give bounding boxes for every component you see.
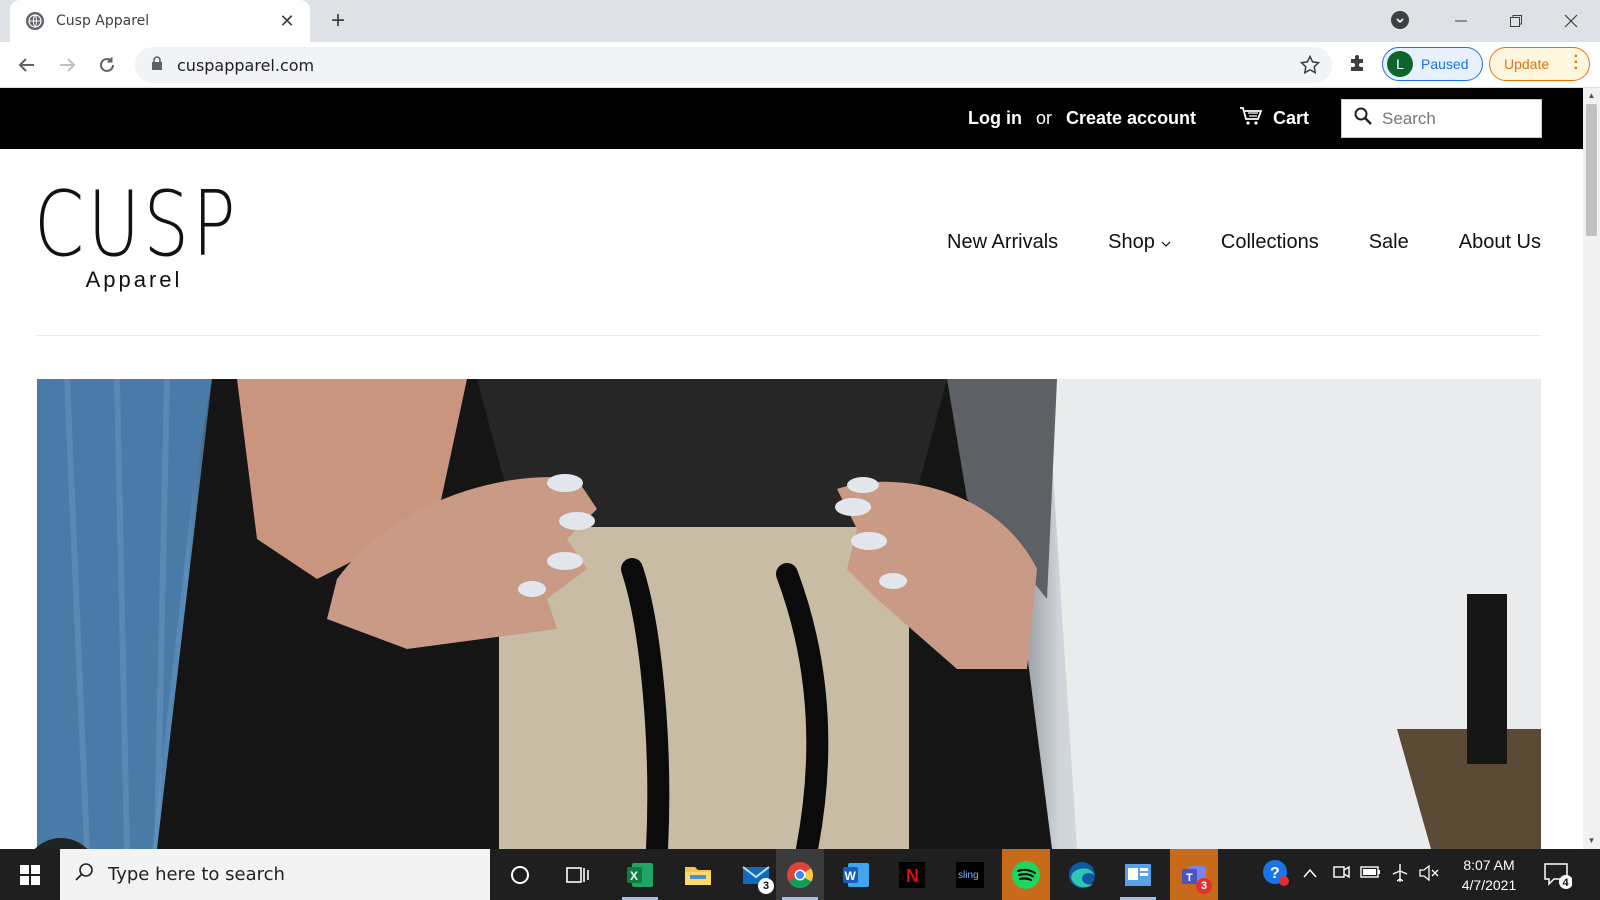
- notifications-count: 4: [1563, 877, 1570, 889]
- sling-icon[interactable]: sling: [946, 849, 994, 900]
- main-navigation: New Arrivals Shop Collections Sale About…: [947, 231, 1541, 254]
- site-search[interactable]: [1341, 99, 1542, 138]
- windows-taskbar: Type here to search X 3 W N sling T 3 ? …: [0, 849, 1600, 900]
- update-label: Update: [1504, 56, 1550, 72]
- nav-shop[interactable]: Shop: [1108, 231, 1171, 254]
- or-separator: or: [1035, 108, 1052, 128]
- volume-muted-icon[interactable]: [1419, 864, 1439, 885]
- extensions-puzzle-icon[interactable]: [1348, 53, 1368, 78]
- nav-shop-label: Shop: [1108, 231, 1155, 253]
- outlook-icon[interactable]: [1114, 849, 1162, 900]
- address-bar[interactable]: cuspapparel.com: [135, 47, 1332, 83]
- scroll-thumb[interactable]: [1586, 104, 1597, 236]
- url-text[interactable]: cuspapparel.com: [177, 56, 314, 75]
- forward-arrow-icon[interactable]: [54, 52, 80, 78]
- tab-title: Cusp Apparel: [56, 13, 150, 29]
- task-view-icon[interactable]: [554, 849, 602, 900]
- browser-tab[interactable]: Cusp Apparel ✕: [10, 0, 310, 42]
- edge-icon[interactable]: [1058, 849, 1106, 900]
- page-scrollbar[interactable]: ▲ ▼: [1583, 88, 1600, 849]
- nav-sale[interactable]: Sale: [1369, 231, 1409, 254]
- cart-icon: [1239, 106, 1263, 131]
- close-window-icon[interactable]: [1556, 6, 1586, 36]
- teams-icon[interactable]: T 3: [1170, 849, 1218, 900]
- update-button[interactable]: Update · · ·: [1489, 47, 1590, 81]
- header-divider: [37, 335, 1541, 336]
- excel-icon[interactable]: X: [616, 849, 664, 900]
- browser-tab-strip: Cusp Apparel ✕ +: [0, 0, 1600, 42]
- svg-text:X: X: [630, 869, 638, 883]
- search-input[interactable]: [1382, 108, 1532, 129]
- svg-text:W: W: [845, 869, 857, 883]
- clock-date: 4/7/2021: [1461, 877, 1517, 893]
- account-links: Log in or Create account: [968, 108, 1196, 129]
- svg-text:T: T: [1186, 872, 1193, 884]
- cart-label: Cart: [1273, 108, 1310, 128]
- minimize-icon[interactable]: [1446, 6, 1476, 36]
- taskbar-search[interactable]: Type here to search: [60, 849, 490, 900]
- scroll-down-arrow-icon[interactable]: ▼: [1583, 833, 1600, 849]
- profile-status: Paused: [1421, 56, 1469, 72]
- file-explorer-icon[interactable]: [674, 849, 722, 900]
- nav-collections[interactable]: Collections: [1221, 231, 1319, 254]
- spotify-icon[interactable]: [1002, 849, 1050, 900]
- word-icon[interactable]: W: [832, 849, 880, 900]
- kebab-menu-icon[interactable]: · · ·: [1574, 49, 1579, 77]
- avatar: L: [1387, 51, 1413, 77]
- svg-text:sling: sling: [958, 870, 979, 881]
- chrome-icon[interactable]: [776, 849, 824, 900]
- teams-badge: 3: [1196, 878, 1212, 894]
- browser-toolbar: cuspapparel.com L Paused Update · · ·: [0, 42, 1600, 88]
- new-tab-button[interactable]: +: [325, 8, 351, 34]
- netflix-icon[interactable]: N: [888, 849, 936, 900]
- chevron-down-icon: [1161, 231, 1171, 254]
- notifications-icon[interactable]: 4: [1542, 860, 1573, 895]
- taskbar-clock[interactable]: 8:07 AM 4/7/2021: [1445, 855, 1533, 895]
- svg-text:?: ?: [1270, 865, 1280, 882]
- search-icon[interactable]: [1354, 107, 1372, 130]
- profile-button[interactable]: L Paused: [1382, 47, 1483, 81]
- windows-start-icon[interactable]: [10, 862, 50, 888]
- lock-icon[interactable]: [151, 55, 163, 75]
- back-arrow-icon[interactable]: [14, 52, 40, 78]
- site-top-bar: Log in or Create account Cart: [0, 88, 1583, 149]
- reload-icon[interactable]: [94, 52, 120, 78]
- hero-image[interactable]: [37, 379, 1541, 849]
- nav-new-arrivals[interactable]: New Arrivals: [947, 231, 1058, 254]
- chevron-up-icon[interactable]: [1303, 865, 1317, 881]
- clock-time: 8:07 AM: [1463, 857, 1515, 873]
- site-logo[interactable]: CUSP Apparel: [34, 172, 239, 293]
- login-link[interactable]: Log in: [968, 108, 1022, 129]
- create-account-link[interactable]: Create account: [1066, 108, 1196, 129]
- airplane-mode-icon[interactable]: [1390, 863, 1410, 886]
- website-viewport: Log in or Create account Cart CUSP Appar…: [0, 88, 1583, 849]
- mail-icon[interactable]: 3: [732, 849, 780, 900]
- tab-search-icon[interactable]: [1391, 11, 1409, 29]
- search-icon: [74, 862, 94, 887]
- tab-close-icon[interactable]: ✕: [278, 12, 296, 30]
- bookmark-star-icon[interactable]: [1299, 54, 1321, 80]
- battery-icon[interactable]: [1360, 865, 1382, 882]
- help-icon[interactable]: ?: [1262, 859, 1290, 890]
- logo-wordmark: CUSP: [34, 172, 239, 277]
- taskbar-search-placeholder: Type here to search: [108, 864, 285, 885]
- cart-link[interactable]: Cart: [1239, 106, 1309, 131]
- cortana-icon[interactable]: [496, 849, 544, 900]
- site-header: CUSP Apparel New Arrivals Shop Collectio…: [0, 149, 1583, 337]
- restore-icon[interactable]: [1501, 6, 1531, 36]
- mail-badge: 3: [758, 878, 774, 894]
- globe-icon: [26, 12, 44, 30]
- meet-now-icon[interactable]: [1332, 863, 1350, 884]
- svg-text:N: N: [906, 866, 919, 886]
- scroll-up-arrow-icon[interactable]: ▲: [1583, 88, 1600, 104]
- nav-about-us[interactable]: About Us: [1459, 231, 1541, 254]
